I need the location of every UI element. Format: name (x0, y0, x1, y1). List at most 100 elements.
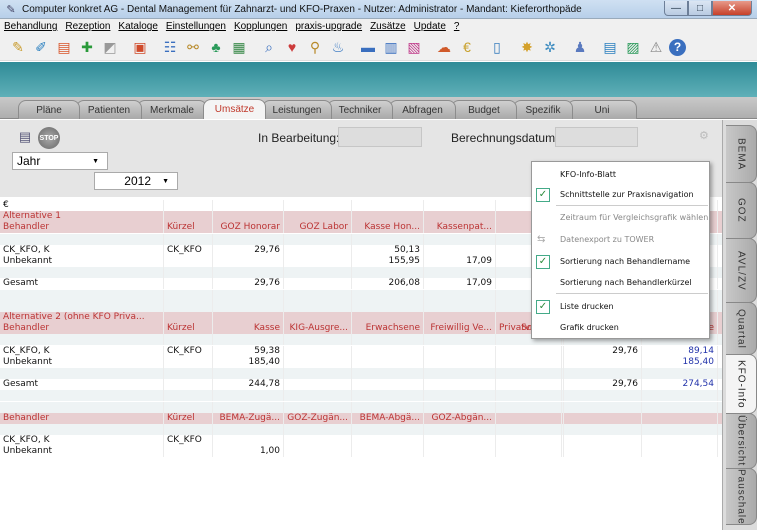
xray-icon[interactable]: ◩ (100, 37, 120, 57)
tooth-search-icon[interactable]: ⌕ (259, 37, 279, 57)
menu-item-5[interactable]: praxis-upgrade (295, 21, 362, 32)
sidetab-avl-zv[interactable]: AVL/ZV (726, 238, 757, 303)
folder-icon[interactable]: ▬ (358, 37, 378, 57)
sidetab-uebersicht[interactable]: Übersicht (726, 413, 757, 469)
tab-leistungen[interactable]: Leistungen (262, 100, 332, 119)
monitor-icon[interactable]: ▣ (130, 37, 150, 57)
table-cell (164, 368, 213, 379)
magnifier-icon[interactable]: ⚲ (305, 37, 325, 57)
maximize-button[interactable]: □ (688, 1, 712, 16)
menu-item-0[interactable]: Behandlung (4, 21, 57, 32)
context-menu-item[interactable]: ✓ Schnittstelle zur Praxisnavigation (532, 184, 709, 205)
context-menu-item[interactable]: KFO-Info-Blatt (532, 164, 709, 185)
table-cell (284, 435, 352, 447)
chart-icon[interactable]: ▦ (229, 37, 249, 57)
person-list-icon[interactable]: ☷ (160, 37, 180, 57)
medical-cross-icon[interactable]: ✚ (77, 37, 97, 57)
sidetab-quartal[interactable]: Quartal (726, 302, 757, 355)
tab-merkmale[interactable]: Merkmale (137, 100, 207, 119)
export-file-icon[interactable]: ▤ (15, 128, 35, 146)
table-cell (164, 200, 213, 211)
book-icon[interactable]: ▯ (487, 37, 507, 57)
table-cell (424, 368, 496, 379)
tab-budget[interactable]: Budget (451, 100, 517, 119)
menu-item-1[interactable]: Rezeption (65, 21, 110, 32)
table-cell (562, 435, 642, 447)
context-menu-item[interactable]: Grafik drucken (532, 317, 709, 338)
stop-button[interactable]: STOP (38, 127, 60, 149)
star-icon[interactable]: ✸ (517, 37, 537, 57)
close-button[interactable]: ✕ (712, 1, 752, 16)
application-window: ✎ Computer konkret AG - Dental Managemen… (0, 0, 757, 530)
tooth-icon[interactable]: ♥ (282, 37, 302, 57)
table-cell (164, 211, 213, 223)
table-cell (496, 424, 562, 435)
table-cell: CK_KFO, K (0, 435, 164, 447)
coin-icon[interactable]: € (457, 37, 477, 57)
table-cell (352, 356, 424, 368)
table-cell: Kürzel (164, 412, 213, 424)
sidetab-kfo-info[interactable]: KFO-Info (726, 354, 757, 414)
menu-item-6[interactable]: Zusätze (370, 21, 406, 32)
table-cell (424, 312, 496, 323)
tab-uni[interactable]: Uni (567, 100, 637, 119)
table-cell (213, 424, 284, 435)
document-icon[interactable]: ▤ (54, 37, 74, 57)
context-menu-item[interactable]: ✓ Liste drucken (532, 296, 709, 317)
table-row: Unbekannt 1,00 (0, 446, 722, 458)
cloud-icon[interactable]: ☁ (434, 37, 454, 57)
table-cell (496, 401, 562, 413)
title-bar: ✎ Computer konkret AG - Dental Managemen… (0, 0, 757, 19)
pen-icon[interactable]: ✎ (8, 37, 28, 57)
sidetab-pauschale[interactable]: Pauschale (726, 468, 757, 525)
tab-umsaetze[interactable]: Umsätze (203, 99, 266, 119)
help-icon[interactable]: ? (669, 38, 686, 56)
settings-icon[interactable]: ✲ (540, 37, 560, 57)
sidetab-goz[interactable]: GOZ (726, 182, 757, 239)
calendar-icon[interactable]: ▥ (381, 37, 401, 57)
menu-item-7[interactable]: Update (414, 21, 446, 32)
in-bearbeitung-field (338, 127, 422, 147)
person-icon[interactable]: ♟ (570, 37, 590, 57)
period-select[interactable]: Jahr ▼ (12, 152, 108, 170)
minimize-button[interactable]: — (664, 1, 688, 16)
tab-spezifik[interactable]: Spezifik (513, 100, 573, 119)
tab-abfragen[interactable]: Abfragen (389, 100, 456, 119)
table-cell: 274,54 (642, 379, 718, 391)
table-cell (352, 289, 424, 301)
calculator-icon[interactable]: ▧ (404, 37, 424, 57)
table-cell: Gesamt (0, 278, 164, 290)
table-row: Gesamt 244,78 29,76 274,54 (0, 379, 722, 391)
table-cell (213, 267, 284, 279)
toothbrush-icon[interactable]: ✐ (31, 37, 51, 57)
table-cell: 1,00 (213, 446, 284, 458)
table-cell: GOZ Labor (284, 222, 352, 234)
tab-techniker[interactable]: Techniker (327, 100, 393, 119)
options-icon[interactable]: ⚙ (699, 129, 709, 142)
warning-icon[interactable]: ⚠ (646, 37, 666, 57)
context-menu-item[interactable]: Zeitraum für Vergleichsgrafik wählen (532, 207, 709, 228)
table-cell (164, 379, 213, 391)
menu-item-2[interactable]: Kataloge (118, 21, 157, 32)
table-cell: 244,78 (213, 379, 284, 391)
people-icon[interactable]: ♣ (206, 37, 226, 57)
tab-plaene[interactable]: Pläne (18, 100, 80, 119)
context-menu-item[interactable]: Sortierung nach Behandlerkürzel (532, 272, 709, 293)
context-menu-item[interactable]: ✓ Sortierung nach Behandlername (532, 251, 709, 272)
year-select[interactable]: 2012 ▼ (94, 172, 178, 190)
link-icon[interactable]: ⚯ (183, 37, 203, 57)
panel-icon[interactable]: ▤ (600, 37, 620, 57)
table-cell (0, 390, 164, 402)
table-cell: Unbekannt (0, 256, 164, 267)
table-cell (352, 446, 424, 458)
table-cell (164, 390, 213, 402)
menu-item-8[interactable]: ? (454, 21, 460, 32)
table-cell: 155,95 (352, 256, 424, 267)
sidetab-bema[interactable]: BEMA (726, 125, 757, 183)
image-icon[interactable]: ▨ (623, 37, 643, 57)
context-menu-item[interactable]: ⇆ Datenexport zu TOWER (532, 229, 709, 250)
menu-item-3[interactable]: Einstellungen (166, 21, 226, 32)
bottle-icon[interactable]: ♨ (328, 37, 348, 57)
menu-item-4[interactable]: Kopplungen (234, 21, 287, 32)
tab-patienten[interactable]: Patienten (76, 100, 142, 119)
